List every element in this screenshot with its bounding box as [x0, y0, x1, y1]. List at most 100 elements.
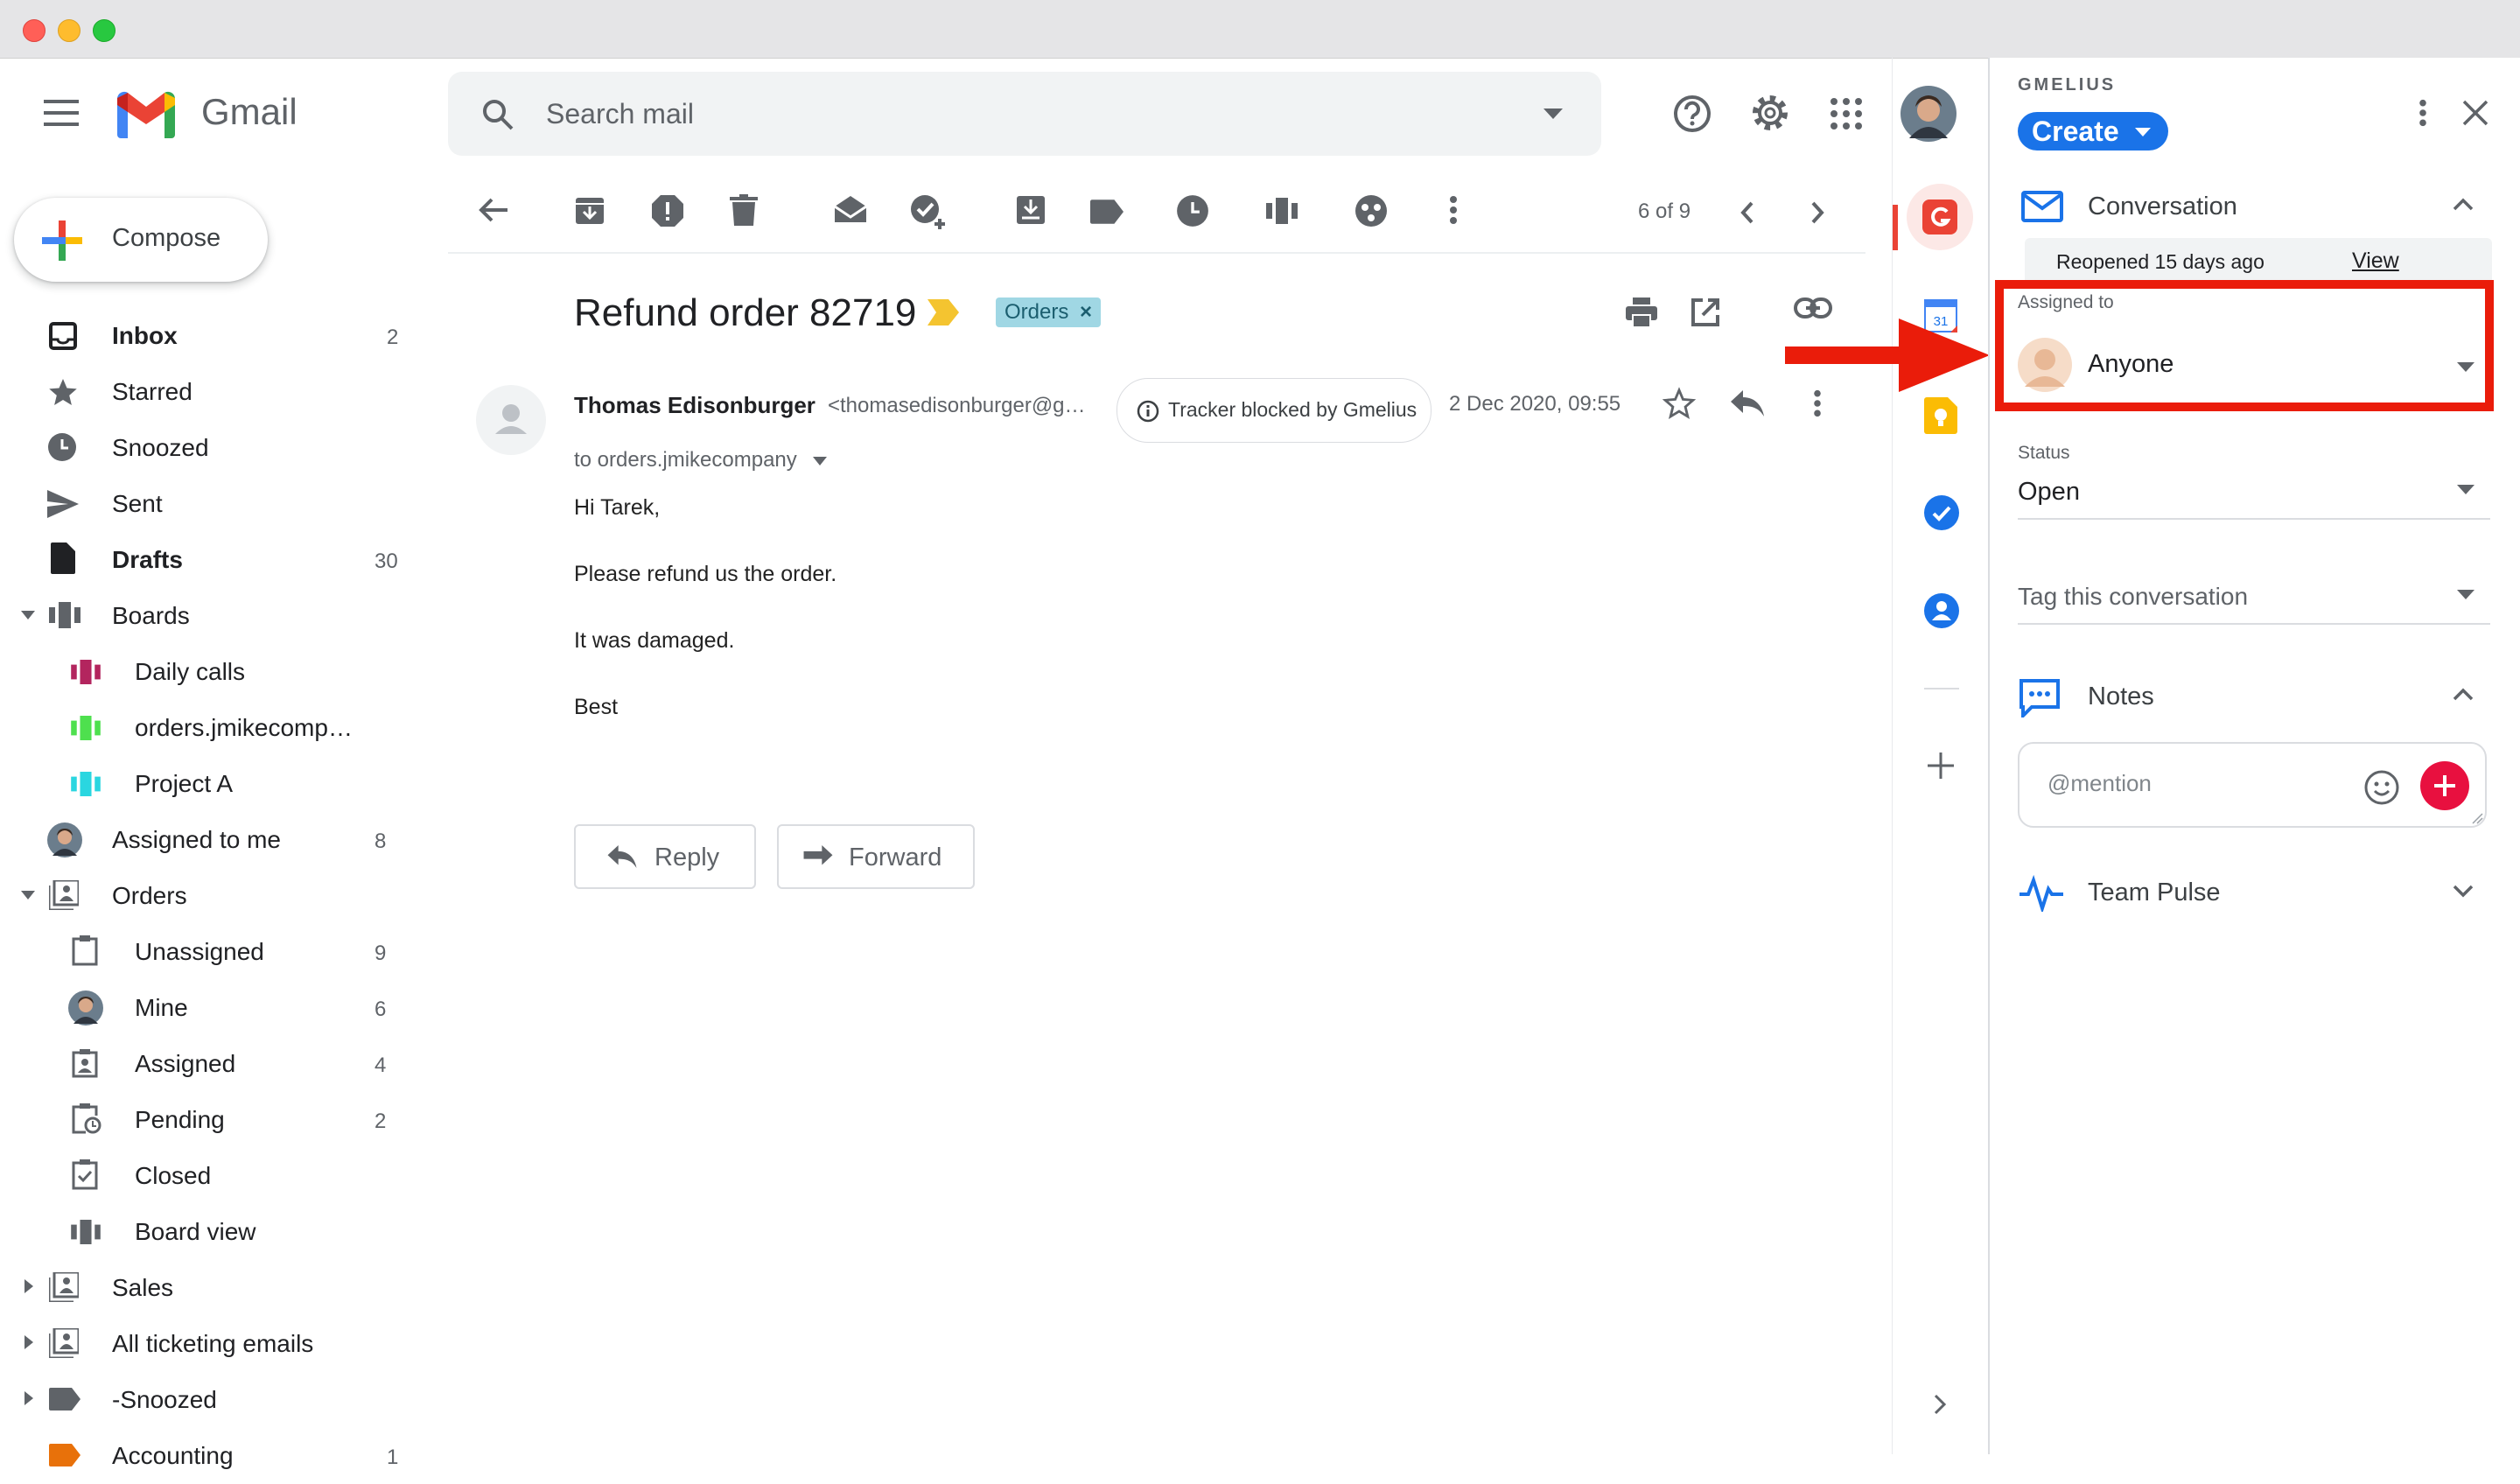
status-label: Status: [2018, 443, 2070, 463]
collapse-chevron-up-icon[interactable]: [2452, 688, 2474, 702]
archive-icon[interactable]: [574, 194, 609, 229]
window-titlebar: [0, 0, 2520, 59]
toolbar-divider: [448, 252, 1866, 254]
snooze-clock-icon[interactable]: [1176, 194, 1211, 229]
newer-chevron-left-icon[interactable]: [1738, 194, 1773, 229]
search-options-icon[interactable]: [1544, 108, 1563, 119]
tag-conversation-select[interactable]: Tag this conversation: [2018, 569, 2490, 625]
collapse-arrow-icon[interactable]: [24, 1391, 33, 1405]
sidebar-item-count: 6: [374, 998, 387, 1021]
search-bar[interactable]: Search mail: [448, 72, 1601, 156]
reply-icon: [607, 845, 637, 868]
help-icon[interactable]: [1673, 94, 1712, 133]
sender-name[interactable]: Thomas Edisonburger: [574, 392, 816, 419]
tracker-blocked-badge[interactable]: Tracker blocked by Gmelius: [1116, 378, 1432, 443]
more-vertical-icon[interactable]: [1438, 194, 1474, 229]
label-icon[interactable]: [1090, 194, 1125, 229]
sidebar-item-assigned[interactable]: Assigned 4: [0, 1036, 438, 1092]
search-input[interactable]: Search mail: [546, 98, 694, 130]
notes-input[interactable]: @mention: [2018, 742, 2487, 828]
sidebar-item-label: Assigned: [135, 1050, 236, 1077]
sidebar-item-daily-calls[interactable]: Daily calls: [0, 644, 438, 700]
resize-handle-icon[interactable]: [2471, 812, 2483, 824]
add-note-button[interactable]: [2420, 761, 2469, 810]
settings-gear-icon[interactable]: [1750, 93, 1790, 133]
sidebar-item-project-a[interactable]: Project A: [0, 756, 438, 812]
sidebar-item-starred[interactable]: Starred: [0, 364, 438, 420]
sidebar-item-snoozed[interactable]: Snoozed: [0, 420, 438, 476]
importance-marker-icon[interactable]: [928, 299, 959, 326]
email-date: 2 Dec 2020, 09:55: [1449, 392, 1621, 416]
sidebar-item-boards[interactable]: Boards: [0, 588, 438, 644]
avatar-icon: [47, 822, 82, 858]
search-icon[interactable]: [481, 98, 514, 131]
main-menu-icon[interactable]: [44, 100, 79, 126]
reply-icon[interactable]: [1731, 390, 1764, 416]
sidebar-item-drafts[interactable]: Drafts 30: [0, 532, 438, 588]
sidebar-item-sent[interactable]: Sent: [0, 476, 438, 532]
sidebar-item-sales[interactable]: Sales: [0, 1260, 438, 1316]
create-button[interactable]: Create: [2018, 112, 2168, 150]
panel-close-icon[interactable]: [2462, 100, 2488, 126]
gmelius-addon-icon[interactable]: [1907, 184, 1973, 250]
star-icon[interactable]: [1662, 387, 1696, 420]
expand-panel-chevron-icon[interactable]: [1933, 1393, 1947, 1416]
status-select[interactable]: Open: [2018, 469, 2490, 520]
remove-label-icon[interactable]: ×: [1080, 300, 1092, 324]
expand-arrow-icon[interactable]: [21, 891, 35, 900]
label-icon: [49, 1388, 80, 1410]
panel-more-vertical-icon[interactable]: [2418, 98, 2427, 128]
report-spam-icon[interactable]: [651, 194, 686, 229]
apps-grid-icon[interactable]: [1830, 98, 1862, 130]
contacts-icon[interactable]: [1924, 593, 1959, 628]
sidebar-item-closed[interactable]: Closed: [0, 1148, 438, 1204]
move-to-icon[interactable]: [1015, 194, 1050, 229]
shared-inbox-icon: [49, 880, 79, 910]
closed-icon: [72, 1158, 98, 1190]
expand-chevron-down-icon[interactable]: [2452, 884, 2474, 898]
older-chevron-right-icon[interactable]: [1810, 194, 1844, 229]
emoji-icon[interactable]: [2364, 770, 2399, 805]
add-addon-plus-icon[interactable]: [1928, 752, 1954, 779]
collapse-arrow-icon[interactable]: [24, 1335, 33, 1349]
sidebar-item-board-view[interactable]: Board view: [0, 1204, 438, 1260]
sender-avatar[interactable]: [476, 385, 546, 455]
expand-arrow-icon[interactable]: [21, 611, 35, 620]
copy-link-icon[interactable]: [1794, 296, 1832, 320]
recipients-toggle[interactable]: to orders.jmikecompany: [574, 448, 828, 472]
email-body-line: Best: [574, 695, 619, 719]
zoom-window-button[interactable]: [93, 19, 116, 42]
back-arrow-icon[interactable]: [478, 194, 513, 229]
mark-unread-icon[interactable]: [833, 194, 868, 229]
view-link[interactable]: View: [2352, 248, 2399, 274]
sidebar-item-snoozed-label[interactable]: -Snoozed: [0, 1372, 438, 1428]
sidebar-item-assigned-to-me[interactable]: Assigned to me 8: [0, 812, 438, 868]
sidebar-item-pending[interactable]: Pending 2: [0, 1092, 438, 1148]
sidebar-item-orders-board[interactable]: orders.jmikecomp…: [0, 700, 438, 756]
board-icon: [70, 772, 102, 796]
sidebar-item-inbox[interactable]: Inbox 2: [0, 308, 438, 364]
label-chip[interactable]: Orders ×: [996, 298, 1102, 327]
close-window-button[interactable]: [23, 19, 46, 42]
collapse-chevron-up-icon[interactable]: [2452, 198, 2474, 212]
compose-button[interactable]: Compose: [14, 198, 268, 282]
forward-button[interactable]: Forward: [777, 824, 975, 889]
gmail-logo-icon[interactable]: [114, 89, 178, 138]
add-task-icon[interactable]: [910, 194, 945, 229]
sidebar-item-mine[interactable]: Mine 6: [0, 980, 438, 1036]
sidebar-item-orders[interactable]: Orders: [0, 868, 438, 924]
collapse-arrow-icon[interactable]: [24, 1279, 33, 1293]
sidebar-item-all-ticketing-emails[interactable]: All ticketing emails: [0, 1316, 438, 1372]
keep-icon[interactable]: [1924, 397, 1957, 434]
sender-email: <thomasedisonburger@g…: [828, 394, 1086, 417]
minimize-window-button[interactable]: [58, 19, 80, 42]
gmelius-share-icon[interactable]: [1354, 194, 1390, 229]
tasks-icon[interactable]: [1924, 495, 1959, 530]
delete-icon[interactable]: [730, 194, 765, 229]
reply-button[interactable]: Reply: [574, 824, 756, 889]
sidebar-item-accounting[interactable]: Accounting 1: [0, 1428, 438, 1484]
print-icon[interactable]: [1626, 298, 1657, 327]
board-icon[interactable]: [1265, 194, 1300, 229]
open-new-window-icon[interactable]: [1690, 298, 1720, 327]
sidebar-item-unassigned[interactable]: Unassigned 9: [0, 924, 438, 980]
